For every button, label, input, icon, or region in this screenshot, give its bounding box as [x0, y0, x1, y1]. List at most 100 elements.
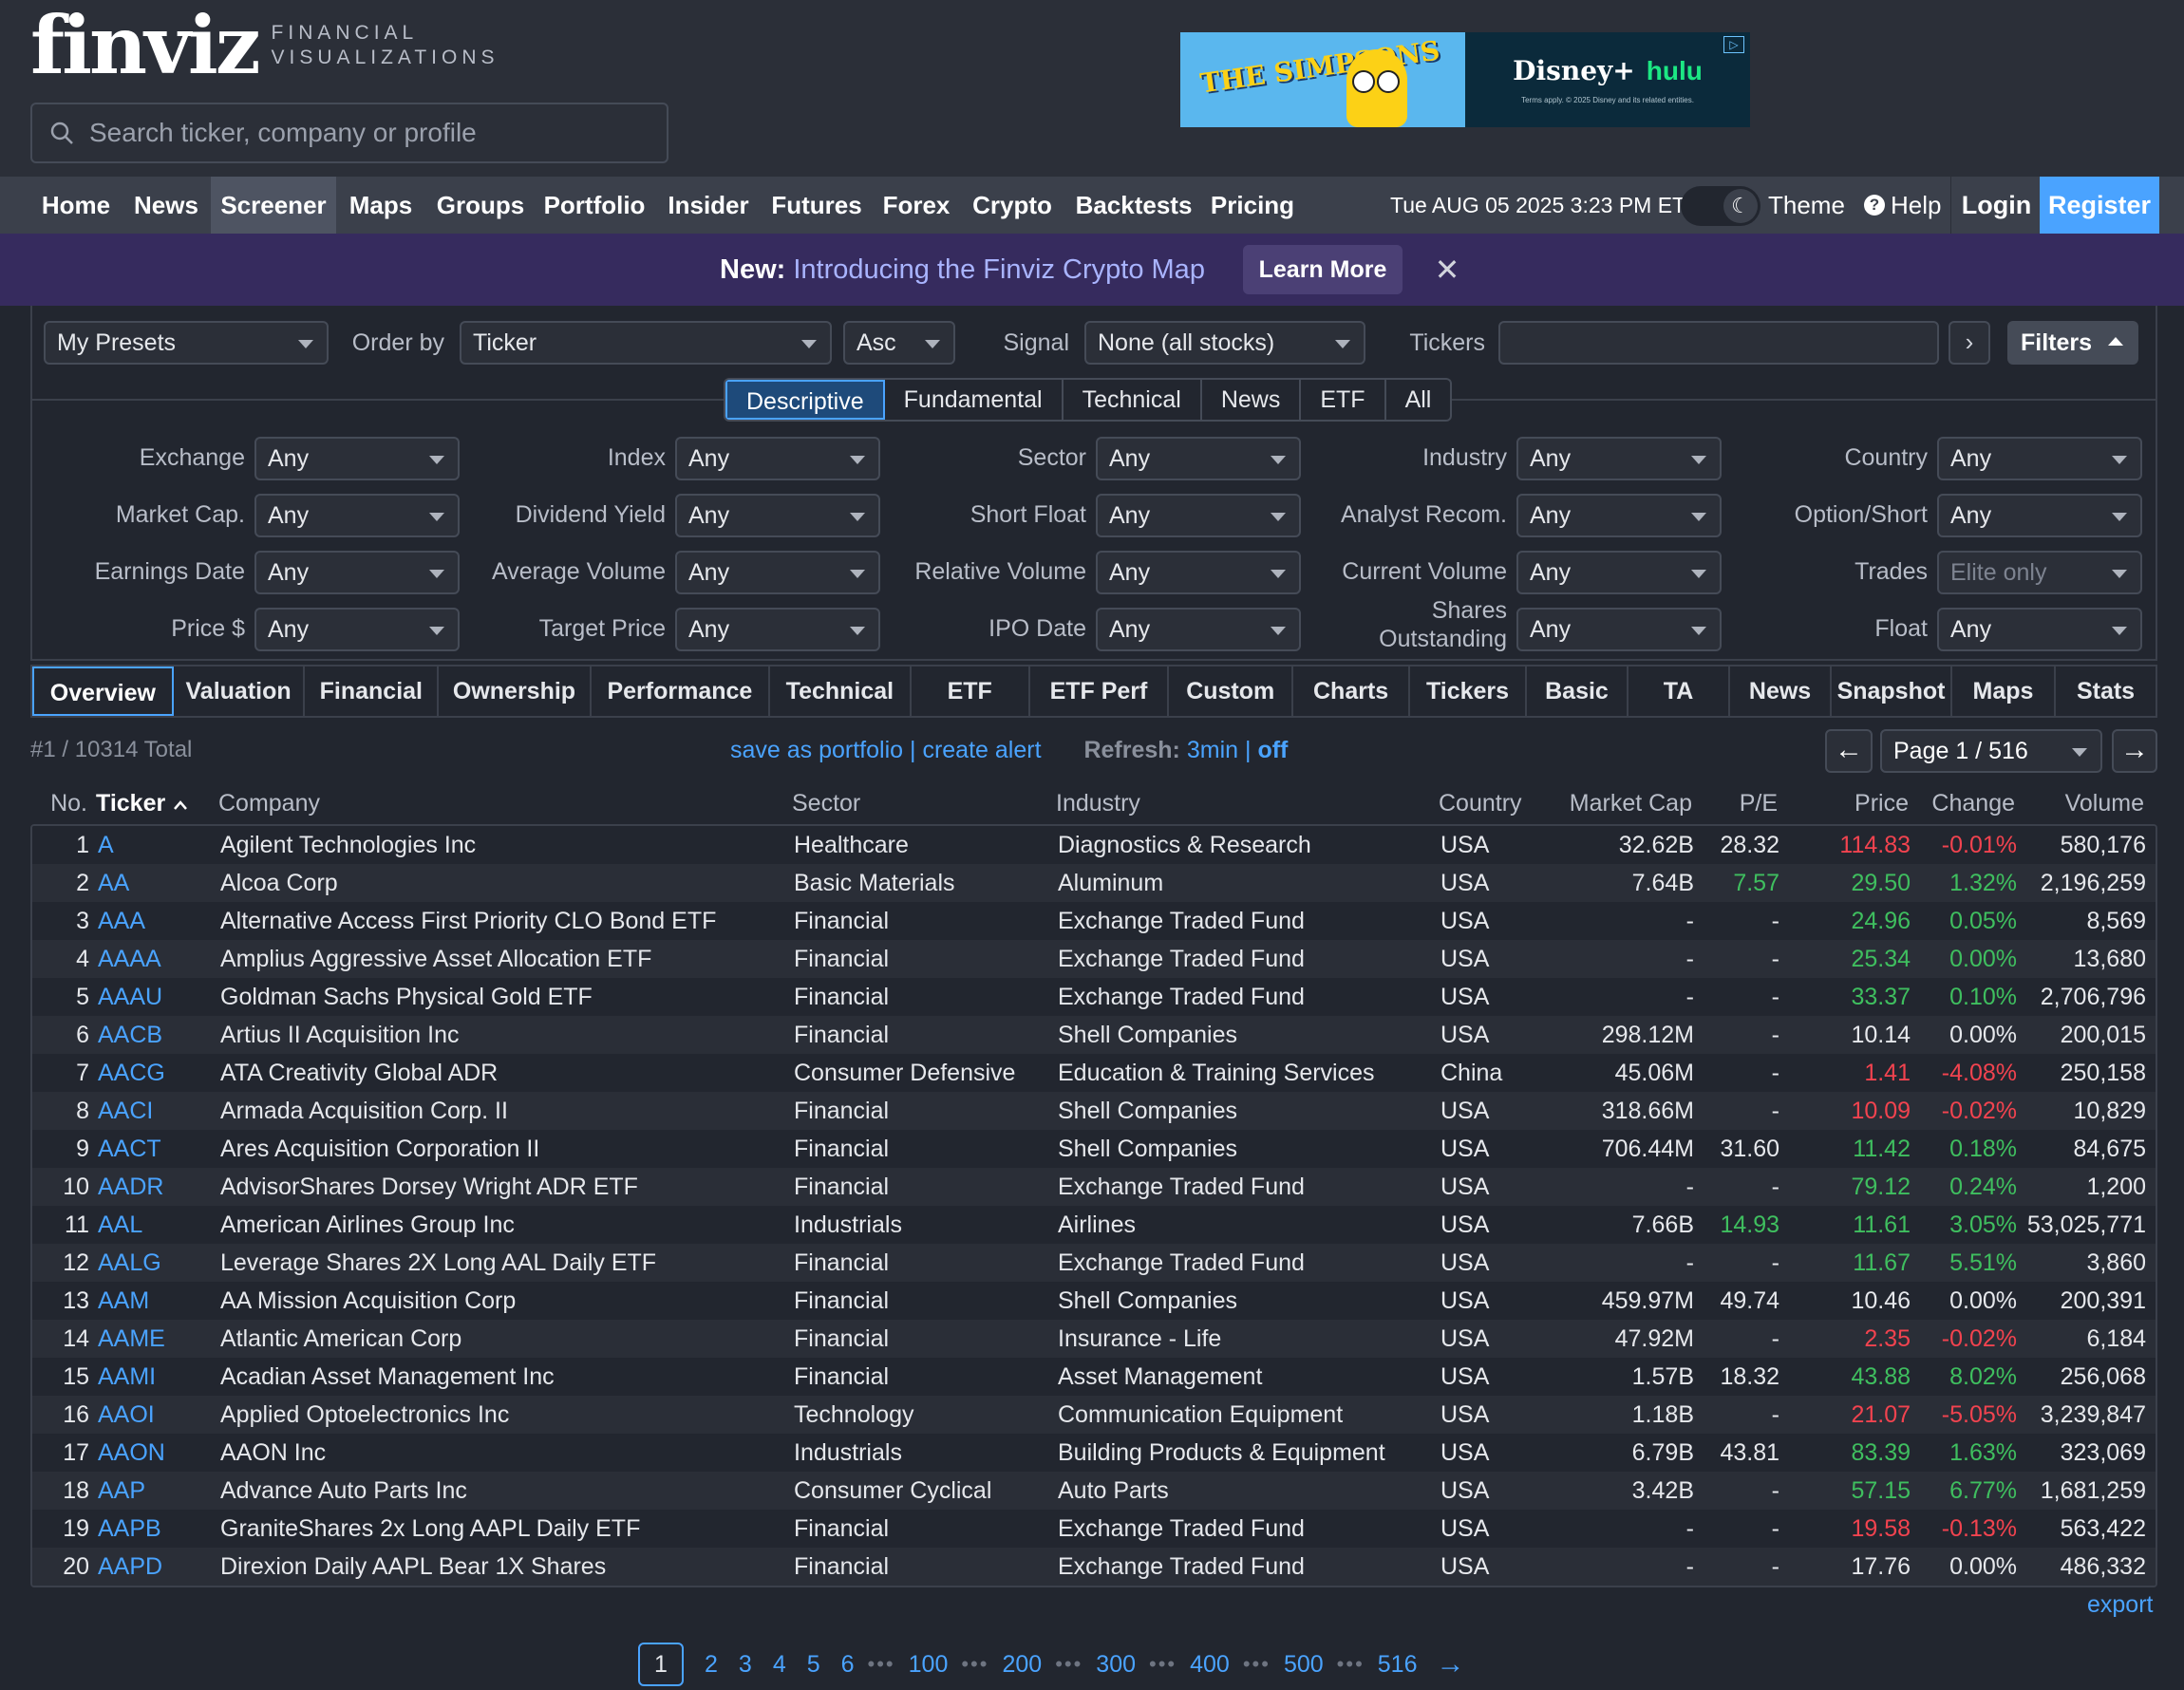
cell-ticker[interactable]: AACI — [98, 1092, 212, 1130]
nav-news[interactable]: News — [125, 177, 207, 234]
login-button[interactable]: Login — [1950, 177, 2042, 234]
register-button[interactable]: Register — [2040, 177, 2159, 234]
presets-select[interactable]: My Presets — [44, 321, 329, 365]
filter-shares-outstanding-select[interactable]: Any — [1516, 608, 1722, 651]
refresh-off-link[interactable]: off — [1257, 737, 1288, 763]
cell-ticker[interactable]: AA — [98, 864, 212, 902]
learn-more-button[interactable]: Learn More — [1243, 245, 1403, 294]
table-row[interactable]: 10 AADR AdvisorShares Dorsey Wright ADR ET… — [32, 1168, 2156, 1206]
nav-crypto[interactable]: Crypto — [967, 177, 1058, 234]
tab-news[interactable]: News — [1202, 380, 1302, 420]
filter-earnings-date-select[interactable]: Any — [254, 551, 460, 594]
view-tab-technical[interactable]: Technical — [770, 667, 912, 716]
next-page-button[interactable]: → — [2112, 729, 2157, 773]
column-header-no[interactable]: No. — [30, 788, 87, 818]
nav-portfolio[interactable]: Portfolio — [537, 177, 651, 234]
cell-ticker[interactable]: AALG — [98, 1244, 212, 1282]
nav-insider[interactable]: Insider — [663, 177, 754, 234]
column-header-industry[interactable]: Industry — [1056, 788, 1417, 818]
nav-home[interactable]: Home — [30, 177, 122, 234]
filter-dividend-yield-select[interactable]: Any — [675, 494, 880, 537]
table-row[interactable]: 6 AACB Artius II Acquisition Inc Financial S… — [32, 1016, 2156, 1054]
column-header-sector[interactable]: Sector — [792, 788, 1039, 818]
column-header-p-e[interactable]: P/E — [1702, 788, 1778, 818]
tickers-input[interactable] — [1498, 321, 1939, 365]
search-input[interactable] — [89, 118, 640, 148]
column-header-price[interactable]: Price — [1787, 788, 1909, 818]
filter-exchange-select[interactable]: Any — [254, 437, 460, 480]
ad-choices-icon[interactable]: ▷ — [1723, 36, 1744, 53]
view-tab-basic[interactable]: Basic — [1527, 667, 1629, 716]
nav-futures[interactable]: Futures — [767, 177, 866, 234]
save-as-portfolio-link[interactable]: save as portfolio — [730, 737, 903, 763]
page-link-516[interactable]: 516 — [1378, 1643, 1418, 1686]
view-tab-valuation[interactable]: Valuation — [174, 667, 306, 716]
table-row[interactable]: 5 AAAU Goldman Sachs Physical Gold ETF Fina… — [32, 978, 2156, 1016]
table-row[interactable]: 7 AACG ATA Creativity Global ADR Consumer D… — [32, 1054, 2156, 1092]
page-link-5[interactable]: 5 — [807, 1643, 820, 1686]
view-tab-custom[interactable]: Custom — [1169, 667, 1294, 716]
cell-ticker[interactable]: AAON — [98, 1434, 212, 1472]
cell-ticker[interactable]: AAPD — [98, 1548, 212, 1586]
view-tab-ta[interactable]: TA — [1629, 667, 1731, 716]
ad-banner[interactable]: THE SIMPSONS Disney+ hulu Terms apply. © … — [1180, 32, 1750, 127]
prev-page-button[interactable]: ← — [1825, 729, 1873, 773]
ad-simpsons[interactable]: THE SIMPSONS — [1180, 32, 1465, 127]
view-tab-maps[interactable]: Maps — [1952, 667, 2056, 716]
filter-sector-select[interactable]: Any — [1096, 437, 1301, 480]
nav-groups[interactable]: Groups — [431, 177, 530, 234]
cell-ticker[interactable]: AAM — [98, 1282, 212, 1320]
view-tab-financial[interactable]: Financial — [305, 667, 440, 716]
nav-help[interactable]: ? Help — [1864, 177, 1941, 234]
export-link[interactable]: export — [2087, 1591, 2153, 1619]
table-row[interactable]: 3 AAA Alternative Access First Priority CL… — [32, 902, 2156, 940]
tickers-submit-button[interactable]: › — [1949, 321, 1990, 365]
table-row[interactable]: 17 AAON AAON Inc Industrials Building Produc… — [32, 1434, 2156, 1472]
cell-ticker[interactable]: AAA — [98, 902, 212, 940]
column-header-ticker[interactable]: Ticker — [96, 788, 210, 818]
filter-relative-volume-select[interactable]: Any — [1096, 551, 1301, 594]
nav-forex[interactable]: Forex — [877, 177, 955, 234]
cell-ticker[interactable]: AADR — [98, 1168, 212, 1206]
filter-current-volume-select[interactable]: Any — [1516, 551, 1722, 594]
page-link-2[interactable]: 2 — [705, 1643, 718, 1686]
ad-disney-hulu[interactable]: Disney+ hulu Terms apply. © 2025 Disney a… — [1465, 32, 1750, 127]
promo-link[interactable]: Introducing the Finviz Crypto Map — [793, 254, 1205, 285]
cell-ticker[interactable]: AAMI — [98, 1358, 212, 1396]
nav-screener[interactable]: Screener — [211, 177, 336, 234]
filter-average-volume-select[interactable]: Any — [675, 551, 880, 594]
page-select[interactable]: Page 1 / 516 — [1880, 729, 2102, 773]
view-tab-snapshot[interactable]: Snapshot — [1832, 667, 1952, 716]
table-row[interactable]: 15 AAMI Acadian Asset Management Inc Financ… — [32, 1358, 2156, 1396]
table-row[interactable]: 16 AAOI Applied Optoelectronics Inc Technol… — [32, 1396, 2156, 1434]
page-link-300[interactable]: 300 — [1096, 1643, 1136, 1686]
view-tab-etf[interactable]: ETF — [912, 667, 1030, 716]
filter-target-price-select[interactable]: Any — [675, 608, 880, 651]
tab-all[interactable]: All — [1386, 380, 1451, 420]
cell-ticker[interactable]: A — [98, 826, 212, 864]
page-link-3[interactable]: 3 — [739, 1643, 752, 1686]
table-row[interactable]: 12 AALG Leverage Shares 2X Long AAL Daily … — [32, 1244, 2156, 1282]
filter-price-select[interactable]: Any — [254, 608, 460, 651]
pagination-next-arrow[interactable]: → — [1437, 1643, 1465, 1686]
table-row[interactable]: 11 AAL American Airlines Group Inc Industri… — [32, 1206, 2156, 1244]
table-row[interactable]: 9 AACT Ares Acquisition Corporation II Fina… — [32, 1130, 2156, 1168]
close-icon[interactable]: ✕ — [1432, 254, 1462, 285]
page-link-400[interactable]: 400 — [1190, 1643, 1230, 1686]
cell-ticker[interactable]: AACG — [98, 1054, 212, 1092]
cell-ticker[interactable]: AAAA — [98, 940, 212, 978]
order-by-select[interactable]: Ticker — [460, 321, 832, 365]
table-row[interactable]: 20 AAPD Direxion Daily AAPL Bear 1X Shares… — [32, 1548, 2156, 1586]
view-tab-charts[interactable]: Charts — [1293, 667, 1411, 716]
cell-ticker[interactable]: AACB — [98, 1016, 212, 1054]
filter-country-select[interactable]: Any — [1937, 437, 2142, 480]
view-tab-performance[interactable]: Performance — [592, 667, 771, 716]
cell-ticker[interactable]: AAAU — [98, 978, 212, 1016]
column-header-change[interactable]: Change — [1920, 788, 2015, 818]
cell-ticker[interactable]: AAOI — [98, 1396, 212, 1434]
table-row[interactable]: 19 AAPB GraniteShares 2x Long AAPL Daily E… — [32, 1510, 2156, 1548]
filter-index-select[interactable]: Any — [675, 437, 880, 480]
view-tab-etf-perf[interactable]: ETF Perf — [1030, 667, 1170, 716]
order-direction-select[interactable]: Asc — [843, 321, 955, 365]
page-link-100[interactable]: 100 — [909, 1643, 949, 1686]
